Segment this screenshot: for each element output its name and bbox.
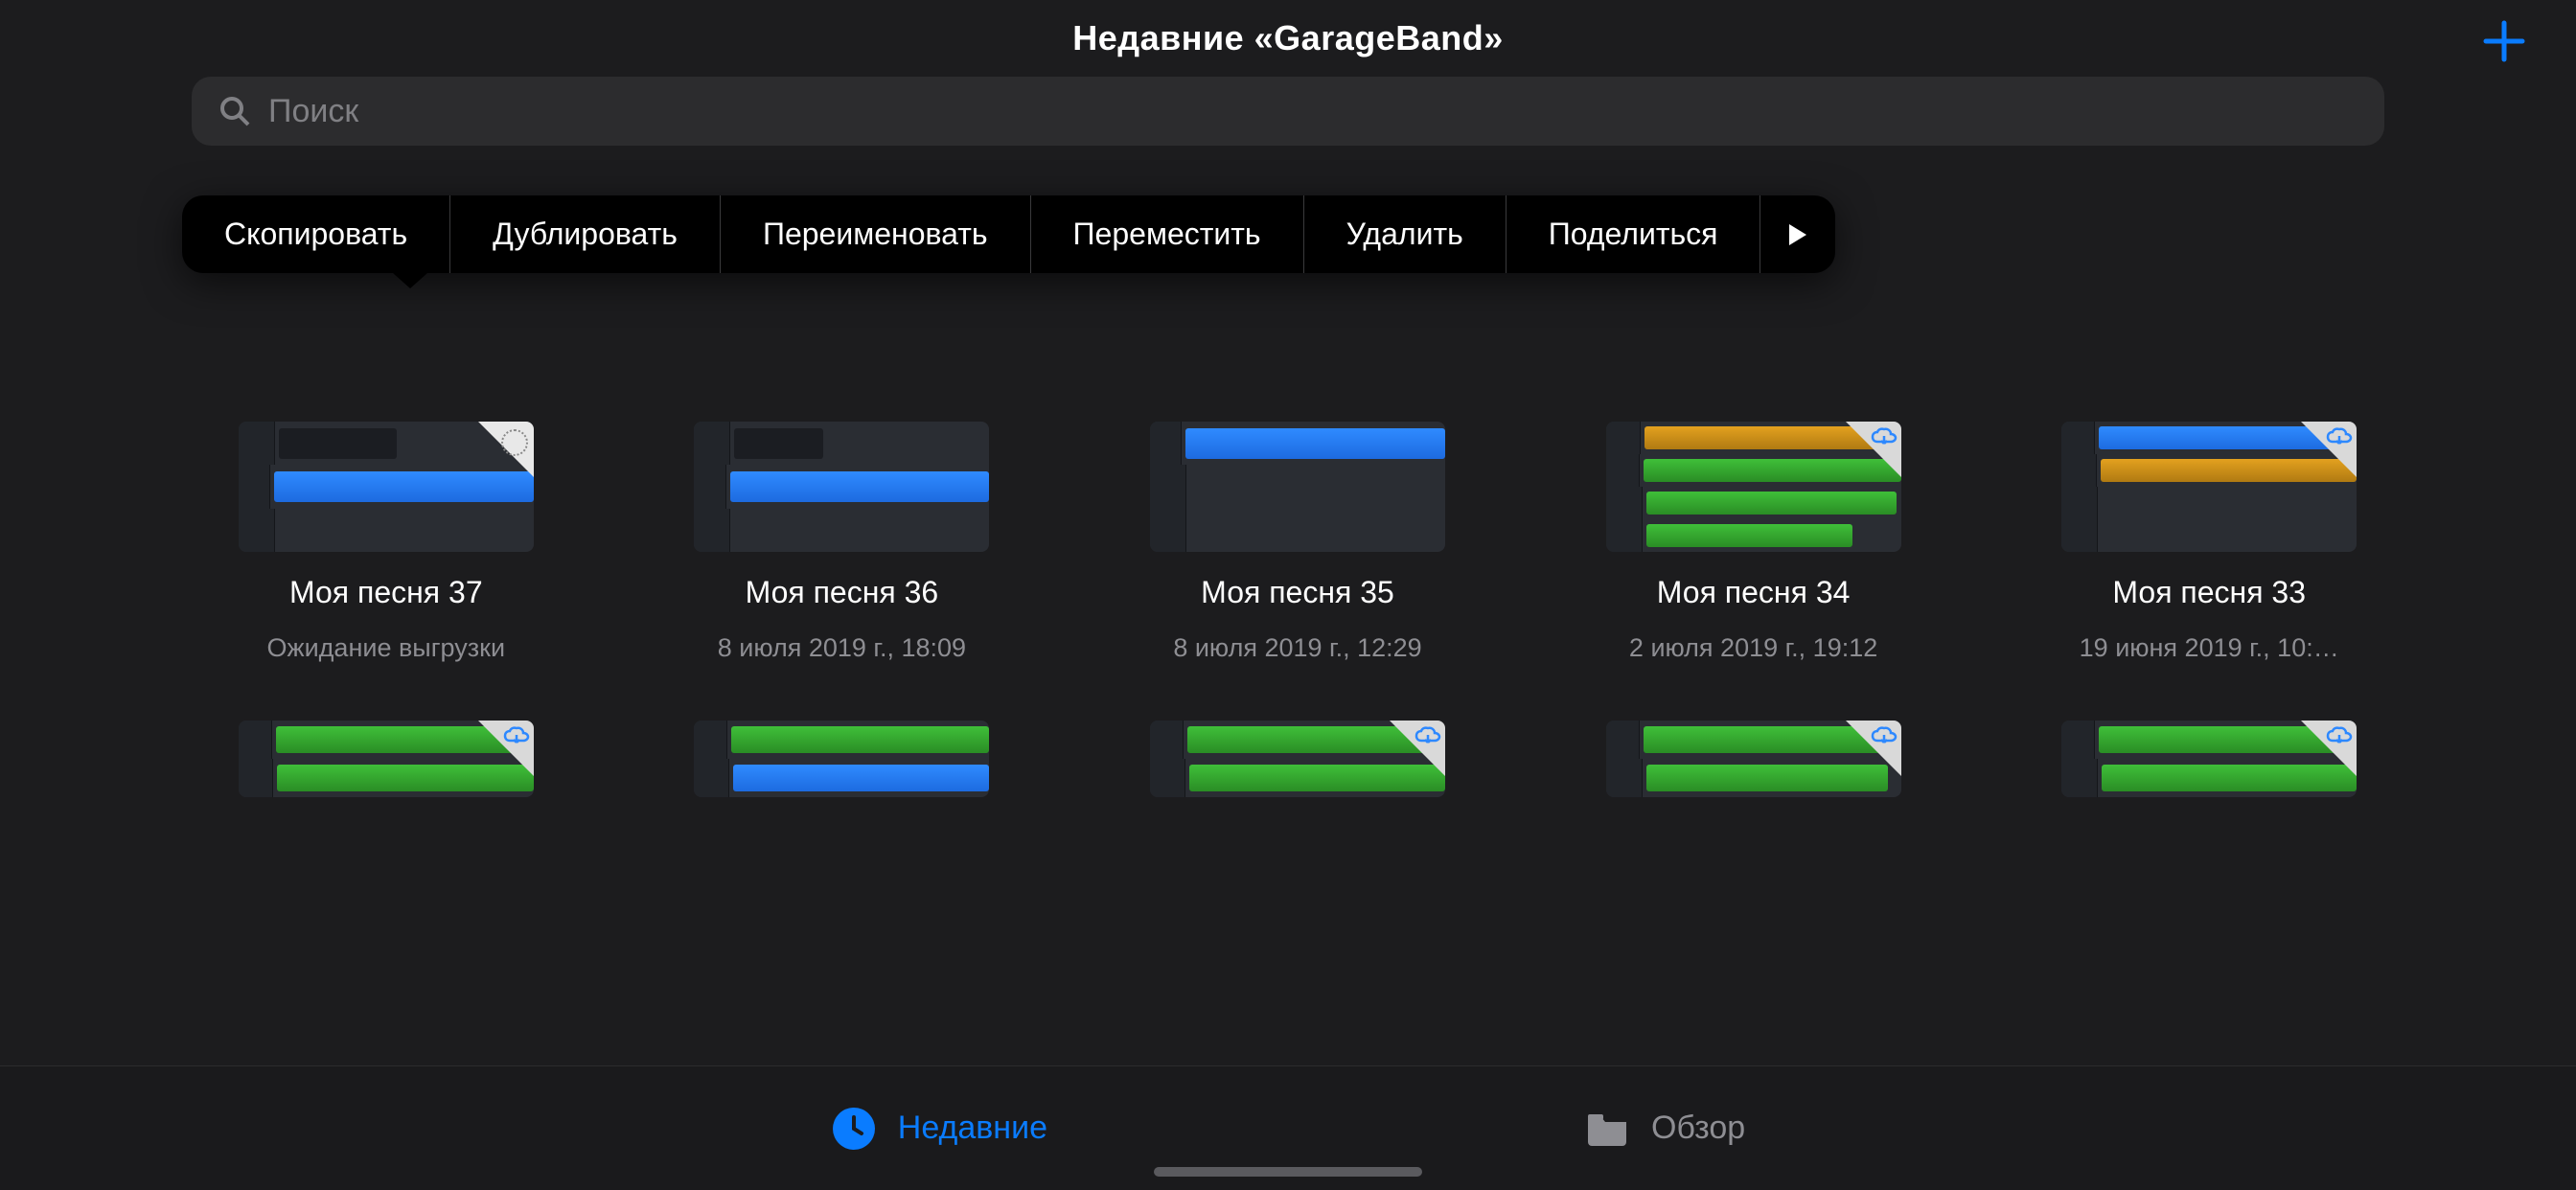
song-thumbnail (1606, 721, 1901, 797)
add-button[interactable] (2480, 17, 2528, 65)
song-title: Моя песня 35 (1201, 575, 1394, 610)
song-subtitle: Ожидание выгрузки (267, 633, 506, 663)
song-item[interactable]: Моя песня 33 19 июня 2019 г., 10:… (2014, 422, 2404, 663)
songs-grid: Моя песня 37 Ожидание выгрузки Моя песня… (192, 422, 2404, 797)
context-menu-item-copy[interactable]: Скопировать (182, 195, 450, 273)
song-subtitle: 2 июля 2019 г., 19:12 (1629, 633, 1877, 663)
clock-icon (831, 1106, 877, 1152)
song-title: Моя песня 36 (746, 575, 939, 610)
songs-grid-scroll[interactable]: Моя песня 37 Ожидание выгрузки Моя песня… (0, 326, 2576, 1065)
context-menu-item-move[interactable]: Переместить (1031, 195, 1304, 273)
tab-recent[interactable]: Недавние (831, 1106, 1047, 1152)
song-title: Моя песня 34 (1657, 575, 1851, 610)
folder-icon (1584, 1106, 1630, 1152)
context-menu-item-duplicate[interactable]: Дублировать (450, 195, 721, 273)
cloud-download-icon (1846, 721, 1901, 776)
triangle-right-icon (1787, 222, 1808, 247)
tab-bar: Недавние Обзор (0, 1065, 2576, 1190)
song-thumbnail (2061, 721, 2357, 797)
song-item[interactable]: Моя песня 35 8 июля 2019 г., 12:29 (1103, 422, 1492, 663)
cloud-download-icon (2301, 422, 2357, 477)
song-item[interactable]: Моя песня 36 8 июля 2019 г., 18:09 (648, 422, 1037, 663)
song-title: Моя песня 33 (2112, 575, 2306, 610)
song-item[interactable] (648, 721, 1037, 797)
song-subtitle: 19 июня 2019 г., 10:… (2080, 633, 2339, 663)
home-indicator[interactable] (1154, 1167, 1422, 1177)
context-menu-more[interactable] (1760, 195, 1835, 273)
song-item[interactable] (2014, 721, 2404, 797)
song-title: Моя песня 37 (289, 575, 483, 610)
song-thumbnail (239, 721, 534, 797)
song-item[interactable] (192, 721, 581, 797)
title-bar: Недавние «GarageBand» (0, 0, 2576, 77)
popover-arrow (393, 273, 427, 288)
selected-badge-icon (478, 422, 534, 477)
cloud-download-icon (2301, 721, 2357, 776)
plus-icon (2482, 19, 2526, 63)
search-bar[interactable] (192, 77, 2384, 146)
song-subtitle: 8 июля 2019 г., 18:09 (718, 633, 966, 663)
context-menu-item-delete[interactable]: Удалить (1304, 195, 1506, 273)
song-item[interactable]: Моя песня 37 Ожидание выгрузки (192, 422, 581, 663)
tab-recent-label: Недавние (898, 1110, 1047, 1147)
cloud-download-icon (1390, 721, 1445, 776)
context-menu-item-rename[interactable]: Переименовать (721, 195, 1031, 273)
song-thumbnail (1150, 422, 1445, 552)
search-input[interactable] (268, 93, 2358, 130)
tab-browse[interactable]: Обзор (1584, 1106, 1745, 1152)
song-thumbnail (2061, 422, 2357, 552)
song-thumbnail (694, 422, 989, 552)
song-item[interactable]: Моя песня 34 2 июля 2019 г., 19:12 (1559, 422, 1948, 663)
context-menu: Скопировать Дублировать Переименовать Пе… (182, 195, 1835, 273)
page-title: Недавние «GarageBand» (1072, 18, 1504, 58)
search-icon (218, 95, 251, 127)
cloud-download-icon (478, 721, 534, 776)
song-thumbnail (239, 422, 534, 552)
context-menu-item-share[interactable]: Поделиться (1506, 195, 1761, 273)
song-item[interactable] (1559, 721, 1948, 797)
song-thumbnail (694, 721, 989, 797)
song-thumbnail (1606, 422, 1901, 552)
song-item[interactable] (1103, 721, 1492, 797)
cloud-download-icon (1846, 422, 1901, 477)
song-thumbnail (1150, 721, 1445, 797)
song-subtitle: 8 июля 2019 г., 12:29 (1173, 633, 1421, 663)
tab-browse-label: Обзор (1651, 1110, 1745, 1147)
